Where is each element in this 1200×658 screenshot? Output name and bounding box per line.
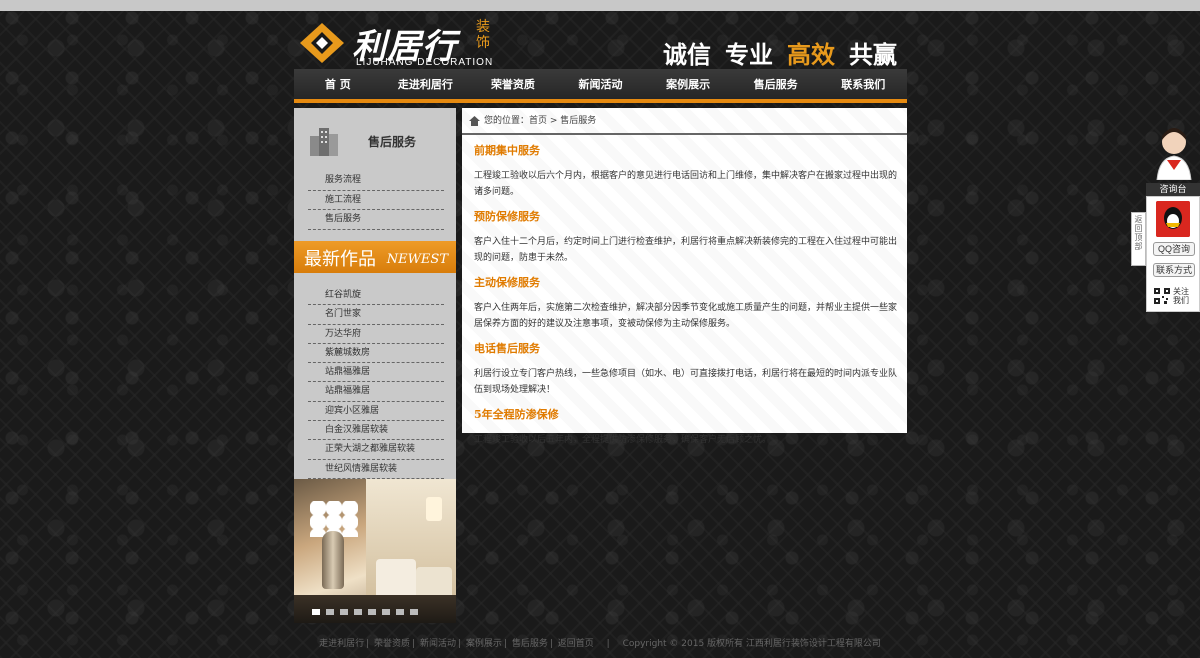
service-panel: QQ咨询 联系方式 关注我们	[1146, 196, 1200, 312]
sidebar-title: 售后服务	[368, 135, 417, 149]
nav-news[interactable]: 新闻活动	[557, 69, 645, 99]
home-icon	[469, 116, 480, 126]
slogan-word-highlight: 高效	[787, 41, 835, 69]
logo[interactable]: 利居行 装饰 LIJUHANG DECORATION	[300, 19, 496, 68]
nav-contact[interactable]: 联系我们	[819, 69, 907, 99]
nav-honors[interactable]: 荣誉资质	[469, 69, 557, 99]
main-content: 您的位置：首页 > 售后服务 前期集中服务 工程竣工验收以后六个月内，根据客户的…	[462, 108, 907, 445]
sidebar-item-process[interactable]: 服务流程	[308, 171, 444, 191]
sidebar-header: 售后服务	[294, 108, 456, 168]
photo-sofa	[376, 559, 416, 599]
building-icon	[310, 128, 338, 156]
agent-avatar-icon	[1156, 128, 1192, 180]
list-item[interactable]: 红谷凯旋	[308, 286, 444, 306]
nav-service[interactable]: 售后服务	[732, 69, 820, 99]
footer-link[interactable]: 新闻活动	[420, 639, 456, 649]
section-body: 客户入住两年后，实施第二次检查维护，解决部分因季节变化或施工质量产生的问题，并帮…	[474, 303, 898, 329]
section-title: 预防保修服务	[474, 210, 540, 223]
contact-button[interactable]: 联系方式	[1153, 263, 1195, 277]
slider-dot[interactable]	[396, 609, 404, 615]
logo-mark-icon	[300, 23, 344, 63]
list-item[interactable]: 万达华府	[308, 325, 444, 344]
copyright: Copyright © 2015 版权所有 江西利居行装饰设计工程有限公司	[622, 639, 881, 649]
footer-link[interactable]: 走进利居行	[319, 639, 364, 649]
list-item[interactable]: 世纪风情雅居软装	[308, 460, 444, 479]
sidebar: 售后服务 服务流程 施工流程 售后服务 最新作品 NEWEST 红谷凯旋 名门世…	[294, 108, 456, 623]
slogan-word: 共赢	[849, 41, 897, 69]
slogan-word: 诚信	[663, 41, 711, 69]
back-to-top-button[interactable]: 返回顶部	[1131, 212, 1146, 266]
footer-link[interactable]: 返回首页	[558, 639, 594, 649]
footer: 走进利居行 | 荣誉资质 | 新闻活动 | 案例展示 | 售后服务 | 返回首页 | Co…	[319, 639, 881, 649]
sidebar-item-construction[interactable]: 施工流程	[308, 191, 444, 210]
slider-dot[interactable]	[312, 609, 320, 615]
works-list: 红谷凯旋 名门世家 万达华府 紫麓城数房 站鼎福雅居 站鼎福雅居 迎宾小区雅居 …	[308, 286, 444, 479]
photo-lamp	[426, 497, 442, 521]
newest-banner: 最新作品 NEWEST	[294, 241, 456, 273]
section-title: 主动保修服务	[474, 276, 540, 289]
breadcrumb-text: 您的位置：首页 > 售后服务	[484, 116, 597, 126]
section-title: 电话售后服务	[474, 342, 540, 355]
service-title: 咨询台	[1146, 183, 1200, 196]
footer-link[interactable]: 荣誉资质	[374, 639, 410, 649]
list-item[interactable]: 站鼎福雅居	[308, 382, 444, 402]
newest-subtitle: NEWEST	[386, 252, 448, 267]
breadcrumb: 您的位置：首页 > 售后服务	[462, 108, 907, 135]
photo-vase	[322, 531, 344, 589]
featured-photo[interactable]	[294, 479, 456, 623]
main-nav: 首 页 走进利居行 荣誉资质 新闻活动 案例展示 售后服务 联系我们	[294, 69, 907, 103]
slider-dot[interactable]	[410, 609, 418, 615]
slogan-word: 专业	[725, 41, 773, 69]
section-body: 利居行设立专门客户热线，一些急修项目（如水、电）可直接拨打电话，利居行将在最短的…	[474, 369, 898, 395]
slider-dots	[312, 609, 418, 615]
list-item[interactable]: 紫麓城数房	[308, 344, 444, 364]
section-body: 工程竣工验收以后六个月内，根据客户的意见进行电话回访和上门维修，集中解决客户在搬…	[474, 171, 898, 197]
sidebar-item-aftersales[interactable]: 售后服务	[308, 210, 444, 230]
slider-dot[interactable]	[340, 609, 348, 615]
newest-title: 最新作品	[304, 249, 376, 270]
nav-about[interactable]: 走进利居行	[382, 69, 470, 99]
list-item[interactable]: 正荣大湖之都雅居软装	[308, 440, 444, 460]
list-item[interactable]: 站鼎福雅居	[308, 363, 444, 383]
float-service: 咨询台 返回顶部 QQ咨询 联系方式 关注我们	[1131, 124, 1200, 314]
slider-dot[interactable]	[326, 609, 334, 615]
nav-cases[interactable]: 案例展示	[644, 69, 732, 99]
logo-decor: 装饰	[476, 19, 490, 51]
qq-consult-button[interactable]: QQ咨询	[1153, 242, 1195, 256]
nav-home[interactable]: 首 页	[294, 69, 382, 99]
top-strip	[0, 0, 1200, 11]
section-body: 工程竣工验收以后五年内，全程提供防渗保修服务，确保客户无后顾之忧。	[474, 435, 772, 445]
section-body: 客户入住十二个月后，约定时间上门进行检查维护，利居行将重点解决新装修完的工程在入…	[474, 237, 898, 263]
footer-link[interactable]: 售后服务	[512, 639, 548, 649]
list-item[interactable]: 迎宾小区雅居	[308, 402, 444, 422]
qq-icon[interactable]	[1156, 201, 1190, 237]
qr-code-icon[interactable]	[1154, 288, 1170, 304]
footer-link[interactable]: 案例展示	[466, 639, 502, 649]
follow-us-label[interactable]: 关注我们	[1173, 287, 1195, 305]
slider-dot[interactable]	[354, 609, 362, 615]
header: 利居行 装饰 LIJUHANG DECORATION 诚信 专业 高效 共赢	[294, 11, 907, 69]
slider-dot[interactable]	[382, 609, 390, 615]
list-item[interactable]: 名门世家	[308, 305, 444, 325]
slider-dot[interactable]	[368, 609, 376, 615]
logo-english: LIJUHANG DECORATION	[356, 57, 494, 68]
slogan: 诚信 专业 高效 共赢	[663, 35, 897, 70]
content-body: 前期集中服务 工程竣工验收以后六个月内，根据客户的意见进行电话回访和上门维修，集…	[474, 142, 898, 456]
sidebar-menu: 服务流程 施工流程 售后服务	[308, 171, 444, 230]
section-title: 5年全程防渗保修	[474, 408, 559, 421]
section-title: 前期集中服务	[474, 144, 540, 157]
list-item[interactable]: 白金汉雅居软装	[308, 421, 444, 441]
